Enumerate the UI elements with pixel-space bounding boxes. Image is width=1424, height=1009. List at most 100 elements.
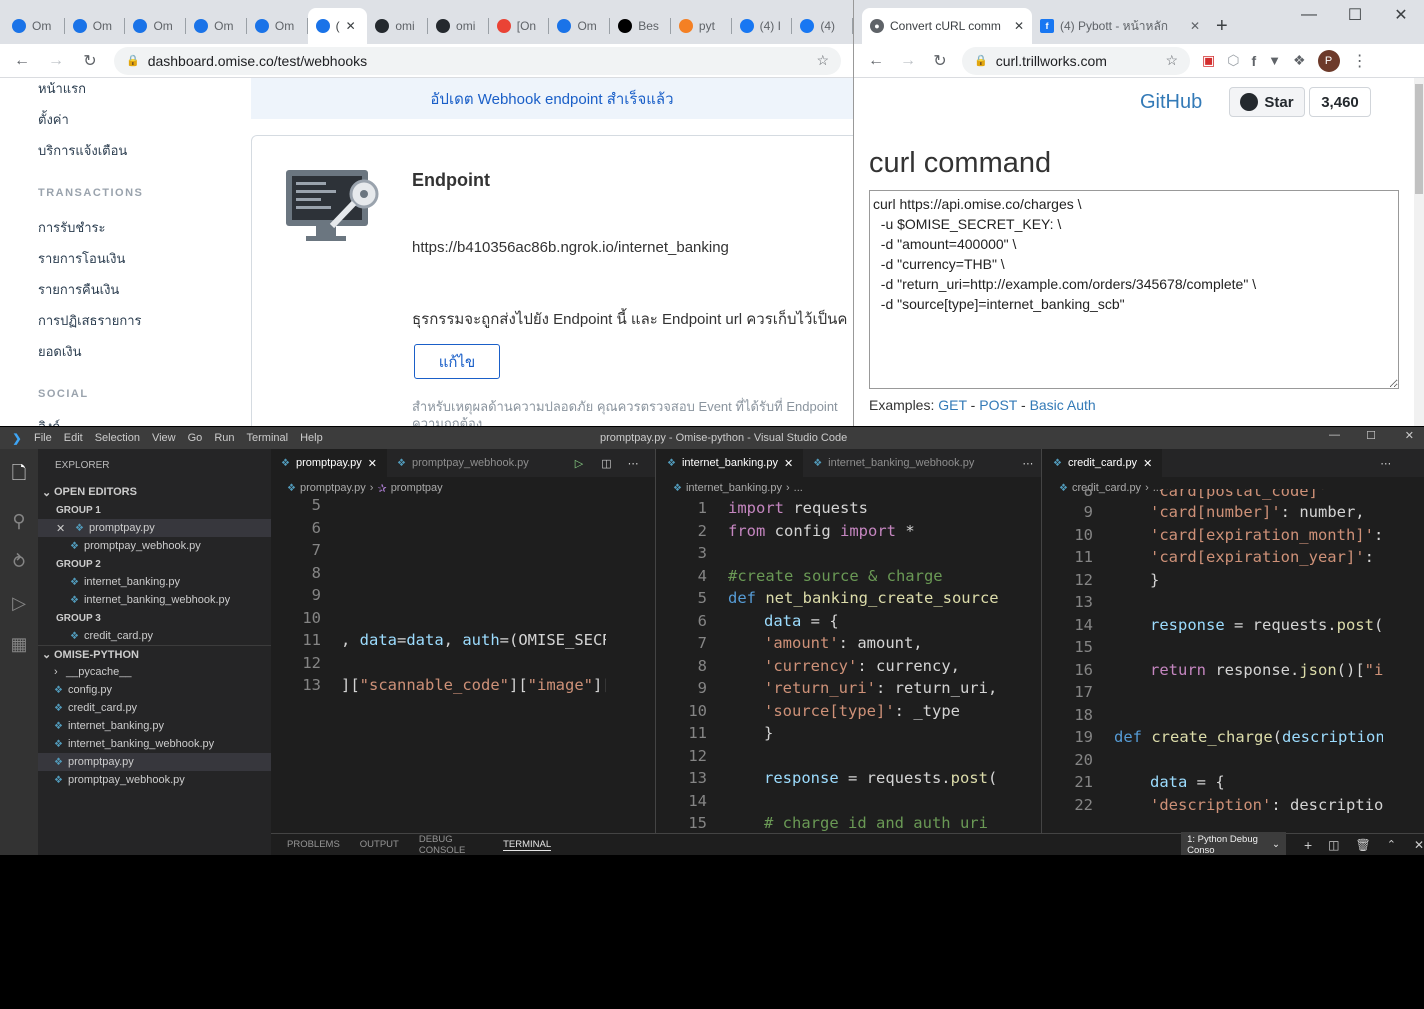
profile-avatar[interactable]: P — [1317, 49, 1340, 72]
reload-button[interactable]: ↻ — [80, 51, 100, 71]
menu-item[interactable]: Go — [188, 432, 203, 444]
browser-tab[interactable]: Om — [247, 8, 308, 44]
panel-tab-debug-console[interactable]: DEBUG CONSOLE — [419, 834, 487, 856]
menu-item[interactable]: View — [152, 432, 176, 444]
sidebar-item-social-link[interactable]: ลิงก์ — [38, 416, 60, 426]
open-editor-item[interactable]: ✕ ❖ promptpay.py — [38, 519, 271, 537]
back-button[interactable]: ← — [12, 52, 32, 70]
close-tab-icon[interactable]: ✕ — [346, 19, 356, 33]
vs-minimize-button[interactable]: — — [1329, 429, 1340, 441]
extensions-icon[interactable]: ▦ — [10, 634, 27, 655]
extension-facebook-icon[interactable]: f — [1251, 53, 1256, 69]
terminal-select[interactable]: 1: Python Debug Conso ⌄ — [1181, 831, 1286, 855]
search-icon[interactable]: ⚲ — [12, 511, 25, 532]
back-button[interactable]: ← — [866, 52, 886, 70]
menu-item[interactable]: Selection — [95, 432, 140, 444]
close-icon[interactable]: ✕ — [56, 522, 70, 535]
minimap[interactable] — [606, 499, 655, 833]
sidebar-item[interactable]: บริการแจ้งเตือน — [38, 140, 127, 161]
close-icon[interactable]: ✕ — [784, 457, 793, 470]
browser-tab[interactable]: Om — [4, 8, 65, 44]
explorer-icon[interactable]: 🗋 — [12, 461, 26, 491]
sidebar-item[interactable]: รายการโอนเงิน — [38, 248, 125, 269]
menu-item[interactable]: Help — [300, 432, 323, 444]
close-tab-icon[interactable]: ✕ — [1190, 19, 1200, 33]
star-count[interactable]: 3,460 — [1309, 87, 1371, 117]
vs-maximize-button[interactable]: ☐ — [1366, 429, 1376, 442]
example-basic-auth-link[interactable]: Basic Auth — [1030, 397, 1096, 413]
editor-tab[interactable]: ❖ credit_card.py ✕ — [1043, 449, 1163, 477]
terminal-area[interactable] — [0, 855, 1424, 1009]
menu-item[interactable]: Run — [214, 432, 234, 444]
bookmark-star-icon[interactable]: ☆ — [1165, 52, 1178, 69]
browser-tab[interactable]: omi — [367, 8, 429, 44]
vs-close-button[interactable]: ✕ — [1405, 429, 1414, 442]
file-item[interactable]: ❖ promptpay.py — [38, 753, 271, 771]
menu-item[interactable]: Edit — [64, 432, 83, 444]
extension-vue-icon[interactable]: ▼ — [1268, 53, 1281, 68]
browser-tab[interactable]: [On — [489, 8, 550, 44]
code-area[interactable]: 8'card[postal_code]' 9'card[number]': nu… — [1043, 489, 1383, 816]
forward-button[interactable]: → — [898, 52, 918, 70]
example-get-link[interactable]: GET — [938, 397, 967, 413]
run-icon[interactable]: ▷ — [575, 457, 583, 470]
extensions-puzzle-icon[interactable]: ❖ — [1293, 52, 1306, 69]
project-header[interactable]: ⌄ OMISE-PYTHON — [38, 645, 271, 663]
sidebar-item[interactable]: รายการคืนเงิน — [38, 279, 119, 300]
open-editors-header[interactable]: ⌄ OPEN EDITORS — [38, 483, 271, 501]
editor-tab[interactable]: ❖ promptpay.py ✕ — [271, 449, 388, 477]
menu-item[interactable]: File — [34, 432, 52, 444]
file-item[interactable]: ❖ internet_banking.py — [38, 717, 271, 735]
browser-tab[interactable]: Om — [125, 8, 187, 44]
browser-tab[interactable]: Bes — [610, 8, 671, 44]
browser-tab[interactable]: omi — [428, 8, 489, 44]
run-debug-icon[interactable]: ▷ — [12, 593, 26, 614]
github-link[interactable]: GitHub — [1140, 91, 1202, 114]
more-actions-icon[interactable]: ⋯ — [1380, 457, 1391, 470]
browser-tab[interactable]: Om — [65, 8, 126, 44]
browser-tab[interactable]: pyt — [671, 8, 732, 44]
tab-pybott[interactable]: f (4) Pybott - หน้าหลัก ✕ — [1032, 8, 1208, 44]
more-actions-icon[interactable]: ⋯ — [628, 457, 639, 470]
minimize-button[interactable]: — — [1286, 0, 1332, 30]
browser-tab[interactable]: (4) — [792, 8, 853, 44]
github-star-button[interactable]: Star — [1229, 87, 1305, 117]
reload-button[interactable]: ↻ — [930, 51, 950, 71]
new-tab-button[interactable]: + — [1208, 8, 1236, 44]
code-area[interactable]: 1 import requests 2 from config import * 3… — [657, 497, 998, 833]
open-editor-item[interactable]: ❖ credit_card.py — [38, 627, 271, 645]
editor-tab[interactable]: ❖ promptpay_webhook.py — [387, 449, 539, 477]
maximize-panel-icon[interactable]: ⌃ — [1387, 838, 1396, 851]
open-editor-item[interactable]: ❖ internet_banking.py — [38, 573, 271, 591]
source-control-icon[interactable]: ⥁ — [13, 552, 25, 573]
browser-tab[interactable]: Om — [186, 8, 247, 44]
close-tab-icon[interactable]: ✕ — [1014, 19, 1024, 33]
panel-tab-problems[interactable]: PROBLEMS — [287, 839, 340, 850]
close-panel-icon[interactable]: ✕ — [1414, 838, 1424, 852]
minimap[interactable] — [999, 499, 1041, 833]
page-scrollbar[interactable] — [1414, 78, 1424, 426]
browser-tab[interactable]: Om — [549, 8, 611, 44]
file-item[interactable]: ❖ promptpay_webhook.py — [38, 771, 271, 789]
menu-dots-icon[interactable]: ⋮ — [1352, 51, 1368, 71]
extension-hex-icon[interactable]: ⬡ — [1227, 52, 1239, 69]
file-item[interactable]: ❖ credit_card.py — [38, 699, 271, 717]
forward-button[interactable]: → — [46, 52, 66, 70]
close-icon[interactable]: ✕ — [368, 457, 377, 470]
new-terminal-icon[interactable]: + — [1304, 837, 1312, 853]
browser-tab[interactable]: (✕ — [307, 8, 368, 44]
open-editor-item[interactable]: ❖ promptpay_webhook.py — [38, 537, 271, 555]
panel-tab-output[interactable]: OUTPUT — [360, 839, 399, 850]
code-area[interactable]: 5 6 7 8 9 10 11, data=data, auth=(OMISE_… — [271, 494, 621, 697]
open-editor-item[interactable]: ❖ internet_banking_webhook.py — [38, 591, 271, 609]
address-bar[interactable]: 🔒 dashboard.omise.co/test/webhooks ☆ — [114, 46, 841, 75]
editor-tab[interactable]: ❖ internet_banking.py ✕ — [657, 449, 804, 477]
extension-pocket-icon[interactable]: ▣ — [1202, 52, 1215, 69]
split-editor-icon[interactable]: ◫ — [601, 457, 611, 470]
split-terminal-icon[interactable]: ◫ — [1328, 838, 1339, 852]
sidebar-item[interactable]: การปฏิเสธรายการ — [38, 310, 142, 331]
sidebar-item[interactable]: หน้าแรก — [38, 78, 86, 99]
panel-tab-terminal[interactable]: TERMINAL — [503, 839, 552, 851]
close-icon[interactable]: ✕ — [1143, 457, 1152, 470]
address-bar[interactable]: 🔒 curl.trillworks.com ☆ — [962, 46, 1190, 75]
